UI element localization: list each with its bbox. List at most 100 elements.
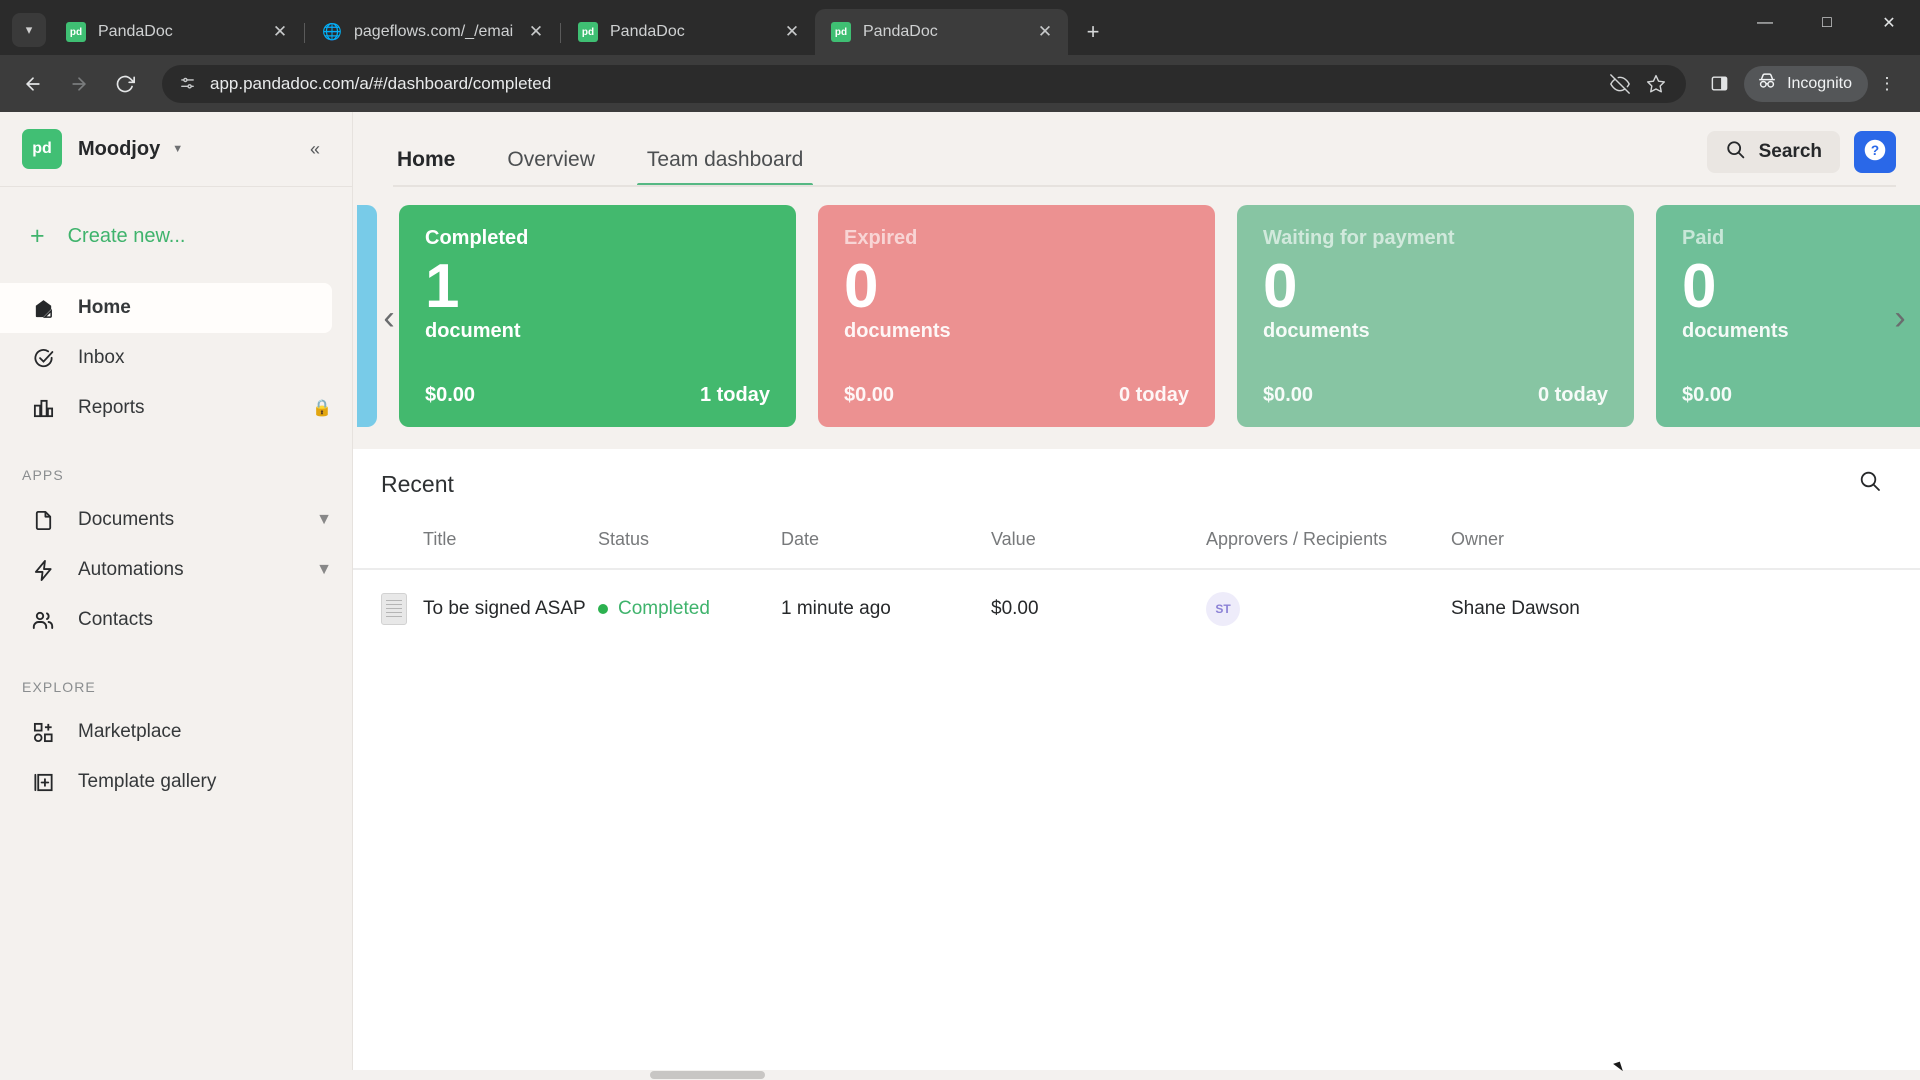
card-value: $0.00 (1263, 384, 1314, 406)
row-title[interactable]: To be signed ASAP (423, 569, 598, 648)
pandadoc-icon: pd (831, 22, 851, 42)
status-card-expired[interactable]: Expired 0 documents $0.00 0 today (818, 205, 1215, 427)
table-col-approvers[interactable]: Approvers / Recipients (1206, 519, 1451, 570)
sidebar-item-label: Documents (78, 509, 175, 530)
tab-search-icon[interactable]: ▾ (12, 13, 46, 47)
card-count: 1 (425, 252, 460, 321)
help-button[interactable]: ? (1854, 131, 1896, 173)
table-header: Title Status Date Value Approvers / Reci… (353, 519, 1920, 570)
toolbar-right: Incognito ⋮ (1700, 65, 1906, 103)
maximize-button[interactable]: □ (1796, 0, 1858, 46)
incognito-indicator[interactable]: Incognito (1744, 65, 1868, 102)
pandadoc-app: pd Moodjoy ▼ « + Create new... Home Inbo… (0, 112, 1920, 1080)
sidebar-item-home[interactable]: Home (0, 283, 332, 333)
sidebar-item-contacts[interactable]: Contacts (0, 595, 352, 645)
status-card-peek[interactable] (357, 205, 377, 427)
sidebar-item-documents[interactable]: Documents ▼ (0, 495, 352, 545)
chevron-down-icon[interactable]: ▼ (316, 561, 332, 579)
horizontal-scrollbar[interactable] (0, 1070, 1920, 1080)
status-card-waiting-for-payment[interactable]: Waiting for payment 0 documents $0.00 0 … (1237, 205, 1634, 427)
card-title: Waiting for payment (1263, 227, 1455, 249)
more-vertical-icon[interactable]: ⋮ (1868, 65, 1906, 103)
sidebar-item-label: Reports (78, 397, 145, 418)
chevron-left-icon[interactable]: ‹ (377, 294, 401, 342)
sidebar-item-marketplace[interactable]: Marketplace (0, 707, 352, 757)
recent-search-icon[interactable] (1858, 469, 1882, 499)
row-approvers: ST (1206, 569, 1451, 648)
tab-title: pageflows.com/_/emails/_/7fb5 (354, 23, 513, 40)
card-count: 0 (844, 252, 879, 321)
chevron-down-icon[interactable]: ▼ (172, 143, 183, 155)
tab-divider (304, 23, 305, 43)
sidebar-item-reports[interactable]: Reports 🔒 (0, 383, 352, 433)
star-icon[interactable] (1640, 68, 1672, 100)
tab-home[interactable]: Home (393, 148, 459, 187)
eye-slash-icon[interactable] (1604, 68, 1636, 100)
table-col-status[interactable]: Status (598, 519, 781, 570)
address-bar[interactable]: app.pandadoc.com/a/#/dashboard/completed (162, 64, 1687, 103)
tab-title: PandaDoc (863, 23, 938, 40)
row-date: 1 minute ago (781, 598, 891, 619)
card-today: 0 today (1118, 384, 1189, 406)
recipient-avatar[interactable]: ST (1206, 592, 1240, 626)
document-thumbnail-icon (353, 569, 423, 648)
browser-tab[interactable]: pd PandaDoc ✕ (562, 9, 815, 55)
bar-chart-icon (30, 395, 56, 421)
table-col-date[interactable]: Date (781, 519, 991, 570)
card-footer: $0.00 0 today (844, 384, 1189, 407)
tab-title: PandaDoc (610, 23, 685, 40)
side-panel-icon[interactable] (1700, 65, 1738, 103)
table-col-owner[interactable]: Owner (1451, 519, 1920, 570)
browser-tab[interactable]: 🌐 pageflows.com/_/emails/_/7fb5 ✕ (306, 9, 559, 55)
row-value: $0.00 (991, 598, 1039, 619)
minimize-button[interactable]: — (1734, 0, 1796, 46)
forward-icon[interactable] (60, 65, 98, 103)
table-col-title[interactable]: Title (423, 519, 598, 570)
sidebar-item-automations[interactable]: Automations ▼ (0, 545, 352, 595)
back-icon[interactable] (14, 65, 52, 103)
close-icon[interactable]: ✕ (523, 19, 549, 45)
sidebar-item-inbox[interactable]: Inbox (0, 333, 352, 383)
recent-panel: Recent Title Status Date Value Approvers… (353, 449, 1920, 1080)
card-count: 0 (1682, 252, 1717, 321)
reload-icon[interactable] (106, 65, 144, 103)
tab-overview[interactable]: Overview (503, 148, 599, 187)
sidebar-item-template-gallery[interactable]: Template gallery (0, 757, 352, 807)
table-row[interactable]: To be signed ASAP Completed 1 minute ago… (353, 569, 1920, 648)
dashboard-tabs: Home Overview Team dashboard (393, 112, 851, 187)
marketplace-icon (30, 719, 56, 745)
close-window-button[interactable]: ✕ (1858, 0, 1920, 46)
card-today: 0 today (1537, 384, 1608, 406)
close-icon[interactable]: ✕ (267, 19, 293, 45)
browser-tab[interactable]: pd PandaDoc ✕ (50, 9, 303, 55)
card-unit: documents (1263, 320, 1370, 342)
pandadoc-logo-icon: pd (22, 129, 62, 169)
page-settings-icon[interactable] (176, 73, 198, 95)
search-button[interactable]: Search (1706, 131, 1840, 173)
browser-tab-active[interactable]: pd PandaDoc ✕ (815, 9, 1068, 55)
chevron-right-icon[interactable]: › (1888, 294, 1912, 342)
create-new-button[interactable]: + Create new... (0, 213, 352, 259)
status-card-completed[interactable]: Completed 1 document $0.00 1 today (399, 205, 796, 427)
card-title: Expired (844, 227, 918, 249)
card-value: $0.00 (425, 384, 476, 406)
scrollbar-thumb[interactable] (650, 1071, 765, 1079)
card-unit: documents (1682, 320, 1789, 342)
workspace-name[interactable]: Moodjoy (78, 138, 160, 161)
status-badge: Completed (618, 598, 710, 619)
new-tab-button[interactable]: + (1076, 15, 1110, 49)
status-card-paid[interactable]: Paid 0 documents $0.00 (1656, 205, 1920, 427)
table-col-value[interactable]: Value (991, 519, 1206, 570)
close-icon[interactable]: ✕ (1032, 19, 1058, 45)
search-button-label: Search (1758, 141, 1822, 162)
chevron-down-icon[interactable]: ▼ (316, 511, 332, 529)
close-icon[interactable]: ✕ (779, 19, 805, 45)
row-owner: Shane Dawson (1451, 598, 1580, 619)
browser-chrome: ▾ pd PandaDoc ✕ 🌐 pageflows.com/_/emails… (0, 0, 1920, 112)
sidebar-item-label: Inbox (78, 347, 125, 368)
status-cards-carousel: Completed 1 document $0.00 1 today Expir… (353, 187, 1920, 449)
tab-team-dashboard[interactable]: Team dashboard (636, 148, 814, 187)
collapse-sidebar-button[interactable]: « (298, 132, 332, 166)
create-new-label: Create new... (67, 224, 186, 247)
recent-documents-table: Title Status Date Value Approvers / Reci… (353, 519, 1920, 648)
